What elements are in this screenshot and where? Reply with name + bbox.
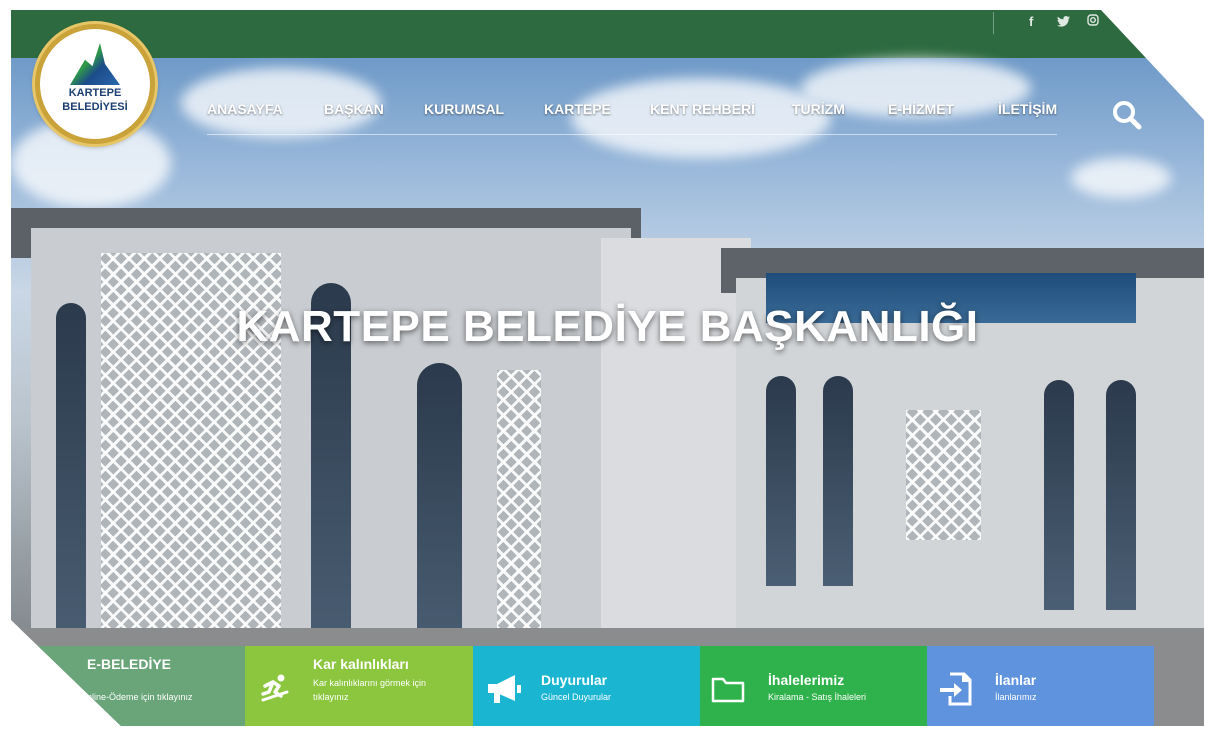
nav-item-kurumsal[interactable]: KURUMSAL xyxy=(424,101,544,117)
tile-title: İhalelerimiz xyxy=(768,672,845,688)
logo-mark-icon xyxy=(70,43,120,85)
tile-subtitle: Kar kalınlıklarını görmek için tıklayını… xyxy=(313,678,427,702)
nav-item-anasayfa[interactable]: ANASAYFA xyxy=(207,101,324,117)
cloud xyxy=(571,78,831,158)
nav-item-e-hizmet[interactable]: E-HİZMET xyxy=(888,101,998,117)
search-icon[interactable] xyxy=(1112,100,1142,130)
tile-ilanlar[interactable]: İlanlar İlanlarımız xyxy=(927,646,1154,726)
twitter-icon[interactable] xyxy=(1057,15,1070,30)
tile-subtitle: nline-Ödeme için tıklayınız xyxy=(87,692,193,702)
cloud xyxy=(1071,158,1171,198)
tile-duyurular[interactable]: Duyurular Güncel Duyurular xyxy=(473,646,700,726)
lattice-panel xyxy=(906,410,981,540)
kartepe-logo[interactable]: KARTEPE BELEDİYESİ xyxy=(35,24,155,144)
tile-kar-kalinliklari[interactable]: Kar kalınlıkları Kar kalınlıklarını görm… xyxy=(245,646,473,726)
nav-item-baskan[interactable]: BAŞKAN xyxy=(324,101,424,117)
tile-subtitle: İlanlarımız xyxy=(995,692,1037,702)
arched-window xyxy=(1106,380,1136,610)
tile-ihalelerimiz[interactable]: İhalelerimiz Kiralama - Satış İhaleleri xyxy=(700,646,927,726)
nav-item-kartepe[interactable]: KARTEPE xyxy=(544,101,650,117)
arched-window xyxy=(1044,380,1074,610)
top-bar: f xyxy=(11,10,1204,58)
main-nav: ANASAYFA BAŞKAN KURUMSAL KARTEPE KENT RE… xyxy=(207,101,1068,117)
megaphone-icon xyxy=(485,672,523,711)
lattice-panel xyxy=(497,370,541,660)
instagram-icon[interactable] xyxy=(1087,14,1099,29)
nav-item-iletisim[interactable]: İLETİŞİM xyxy=(998,101,1068,117)
tile-title: Duyurular xyxy=(541,672,608,688)
facebook-icon[interactable]: f xyxy=(1029,14,1033,29)
page-viewport: f KARTEPE BELEDİYESİ ANASAYFA BAŞKAN KUR… xyxy=(11,10,1204,726)
folder-icon xyxy=(711,675,745,708)
tile-title: E-BELEDİYE xyxy=(87,656,172,672)
top-bar-divider xyxy=(993,12,994,34)
quick-links: E-BELEDİYE nline-Ödeme için tıklayınız K… xyxy=(11,646,1204,726)
tile-subtitle: Kiralama - Satış İhaleleri xyxy=(768,692,867,702)
logo-line2: BELEDİYESİ xyxy=(62,101,128,113)
hero-image xyxy=(11,58,1204,726)
nav-item-kent-rehberi[interactable]: KENT REHBERİ xyxy=(650,101,792,117)
arched-window xyxy=(766,376,796,586)
logo-line1: KARTEPE xyxy=(68,87,122,99)
tile-title: İlanlar xyxy=(995,672,1037,688)
nav-divider xyxy=(207,134,1057,135)
tile-subtitle: Güncel Duyurular xyxy=(541,692,612,702)
skier-icon xyxy=(257,672,291,711)
arched-window xyxy=(56,303,86,658)
screenshot-frame: f KARTEPE BELEDİYESİ ANASAYFA BAŞKAN KUR… xyxy=(0,0,1209,730)
tile-title: Kar kalınlıkları xyxy=(313,656,409,672)
nav-item-turizm[interactable]: TURİZM xyxy=(792,101,888,117)
tile-e-belediye[interactable]: E-BELEDİYE nline-Ödeme için tıklayınız xyxy=(11,646,245,726)
arched-window xyxy=(417,363,462,663)
sign-in-icon xyxy=(938,670,974,713)
arched-window xyxy=(823,376,853,586)
hero-headline: KARTEPE BELEDİYE BAŞKANLIĞI xyxy=(236,302,979,351)
